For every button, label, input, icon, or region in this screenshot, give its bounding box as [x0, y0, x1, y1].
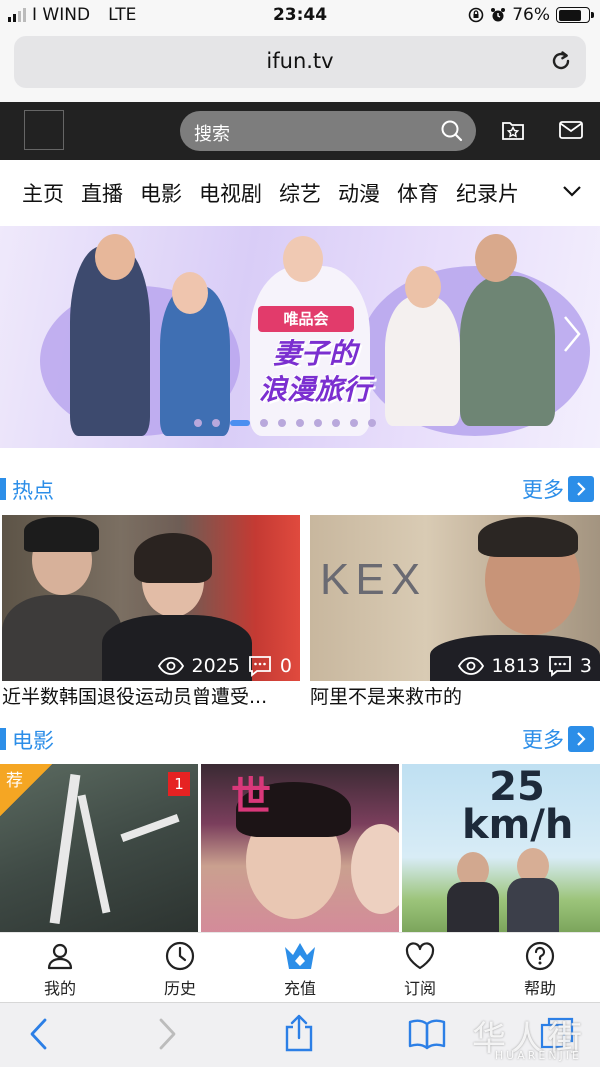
bottom-tab-bar: 我的 历史 充值 订阅 帮助	[0, 932, 600, 1002]
help-icon[interactable]	[524, 940, 556, 972]
cat-sports[interactable]: 体育	[397, 178, 439, 208]
tab-help[interactable]: 帮助	[480, 933, 600, 1002]
category-nav: 主页 直播 电影 电视剧 综艺 动漫 体育 纪录片	[0, 160, 600, 226]
forward-icon	[159, 1018, 176, 1050]
carousel-dot[interactable]	[278, 419, 286, 427]
cat-live[interactable]: 直播	[81, 178, 123, 208]
eye-icon	[157, 657, 184, 675]
cat-home[interactable]: 主页	[22, 178, 64, 208]
section-marker	[0, 478, 6, 500]
hot-card[interactable]: 2025 0 近半数韩国退役运动员曾遭受...	[2, 515, 300, 709]
eye-icon	[457, 657, 484, 675]
mail-icon[interactable]	[558, 117, 584, 143]
carousel-dot[interactable]	[296, 419, 304, 427]
tab-mine[interactable]: 我的	[0, 933, 120, 1002]
banner-carousel[interactable]: 唯品会 妻子的 浪漫旅行	[0, 226, 600, 448]
chevron-right-icon[interactable]	[562, 314, 582, 354]
alarm-icon	[491, 8, 506, 22]
cat-documentary[interactable]: 纪录片	[456, 178, 519, 208]
banner-sponsor-logo: 唯品会	[258, 306, 354, 332]
movie-section-title: 电影	[12, 729, 54, 753]
carousel-dot[interactable]	[332, 419, 340, 427]
banner-person-4	[385, 296, 460, 426]
cat-tv[interactable]: 电视剧	[199, 178, 262, 208]
status-bar: I WIND LTE 23:44 76%	[0, 0, 600, 32]
cat-movie[interactable]: 电影	[140, 178, 182, 208]
status-icons: 76%	[468, 5, 594, 25]
hot-card-title[interactable]: 阿里不是来救市的	[310, 685, 600, 709]
search-input[interactable]: 搜索	[180, 111, 476, 151]
hot-card[interactable]: KEX 1813 3 阿里不是来救市的	[310, 515, 600, 709]
cat-anime[interactable]: 动漫	[338, 178, 380, 208]
clock-icon[interactable]	[164, 940, 196, 972]
cat-variety[interactable]: 综艺	[279, 178, 321, 208]
search-icon[interactable]	[440, 119, 464, 143]
site-logo[interactable]	[24, 110, 64, 150]
view-count: 1813	[491, 655, 540, 677]
movie-section-header: 电影 更多	[0, 722, 600, 758]
chevron-right-icon[interactable]	[568, 476, 594, 502]
carousel-dot[interactable]	[194, 419, 202, 427]
chevron-down-icon[interactable]	[562, 184, 582, 198]
carousel-dot-active[interactable]	[230, 420, 250, 426]
comment-count: 0	[279, 655, 292, 677]
hot-card-stats: 2025 0	[157, 655, 292, 677]
hot-section-title: 热点	[12, 479, 54, 503]
recommended-tag: 荐	[0, 764, 52, 816]
tab-history[interactable]: 历史	[120, 933, 240, 1002]
hot-section-header: 热点 更多	[0, 472, 600, 508]
tab-subscribe[interactable]: 订阅	[360, 933, 480, 1002]
more-label[interactable]: 更多	[522, 474, 564, 504]
banner-person-5	[460, 276, 555, 426]
browser-toolbar: 华人街 HUARENJIE	[0, 1002, 600, 1067]
view-count: 2025	[191, 655, 240, 677]
bookmarks-icon[interactable]	[408, 1017, 446, 1051]
battery-percent: 76%	[512, 5, 550, 25]
browser-address-area: ifun.tv	[0, 32, 600, 102]
comment-count: 3	[579, 655, 592, 677]
movie-more-button[interactable]: 更多	[522, 724, 594, 754]
section-marker	[0, 728, 6, 750]
watermark-subtext: HUARENJIE	[494, 1049, 582, 1062]
hot-more-button[interactable]: 更多	[522, 474, 594, 504]
movie-poster[interactable]: 荐 1	[0, 764, 198, 934]
banner-show-title: 妻子的 浪漫旅行	[258, 337, 371, 406]
chevron-right-icon[interactable]	[568, 726, 594, 752]
poster-title: 25 km/h	[462, 764, 574, 848]
crown-icon[interactable]	[283, 941, 317, 971]
hot-card-thumbnail[interactable]: KEX 1813 3	[310, 515, 600, 681]
carousel-dot[interactable]	[212, 419, 220, 427]
reload-icon[interactable]	[548, 48, 574, 74]
carousel-dot[interactable]	[314, 419, 322, 427]
carousel-dot[interactable]	[260, 419, 268, 427]
share-icon[interactable]	[283, 1013, 315, 1053]
rank-badge: 1	[168, 772, 190, 796]
movie-poster[interactable]: 25 km/h	[402, 764, 600, 934]
comment-icon	[249, 656, 271, 677]
favorites-icon[interactable]	[500, 117, 526, 143]
more-label[interactable]: 更多	[522, 724, 564, 754]
back-icon[interactable]	[28, 1017, 50, 1051]
user-icon[interactable]	[45, 941, 75, 971]
heart-icon[interactable]	[404, 941, 436, 971]
comment-icon	[549, 656, 571, 677]
hot-card-thumbnail[interactable]: 2025 0	[2, 515, 300, 681]
carousel-dot[interactable]	[350, 419, 358, 427]
movie-poster[interactable]: 世	[201, 764, 399, 934]
rotation-lock-icon	[468, 7, 484, 23]
hot-card-stats: 1813 3	[457, 655, 592, 677]
battery-icon	[556, 7, 594, 23]
tab-recharge[interactable]: 充值	[240, 933, 360, 1002]
search-placeholder: 搜索	[194, 124, 230, 145]
site-header: 搜索	[0, 102, 600, 160]
carousel-dot[interactable]	[368, 419, 376, 427]
hot-card-title[interactable]: 近半数韩国退役运动员曾遭受...	[2, 685, 300, 709]
carousel-indicator	[194, 419, 376, 427]
url-text[interactable]: ifun.tv	[14, 49, 586, 73]
address-bar[interactable]: ifun.tv	[14, 36, 586, 88]
